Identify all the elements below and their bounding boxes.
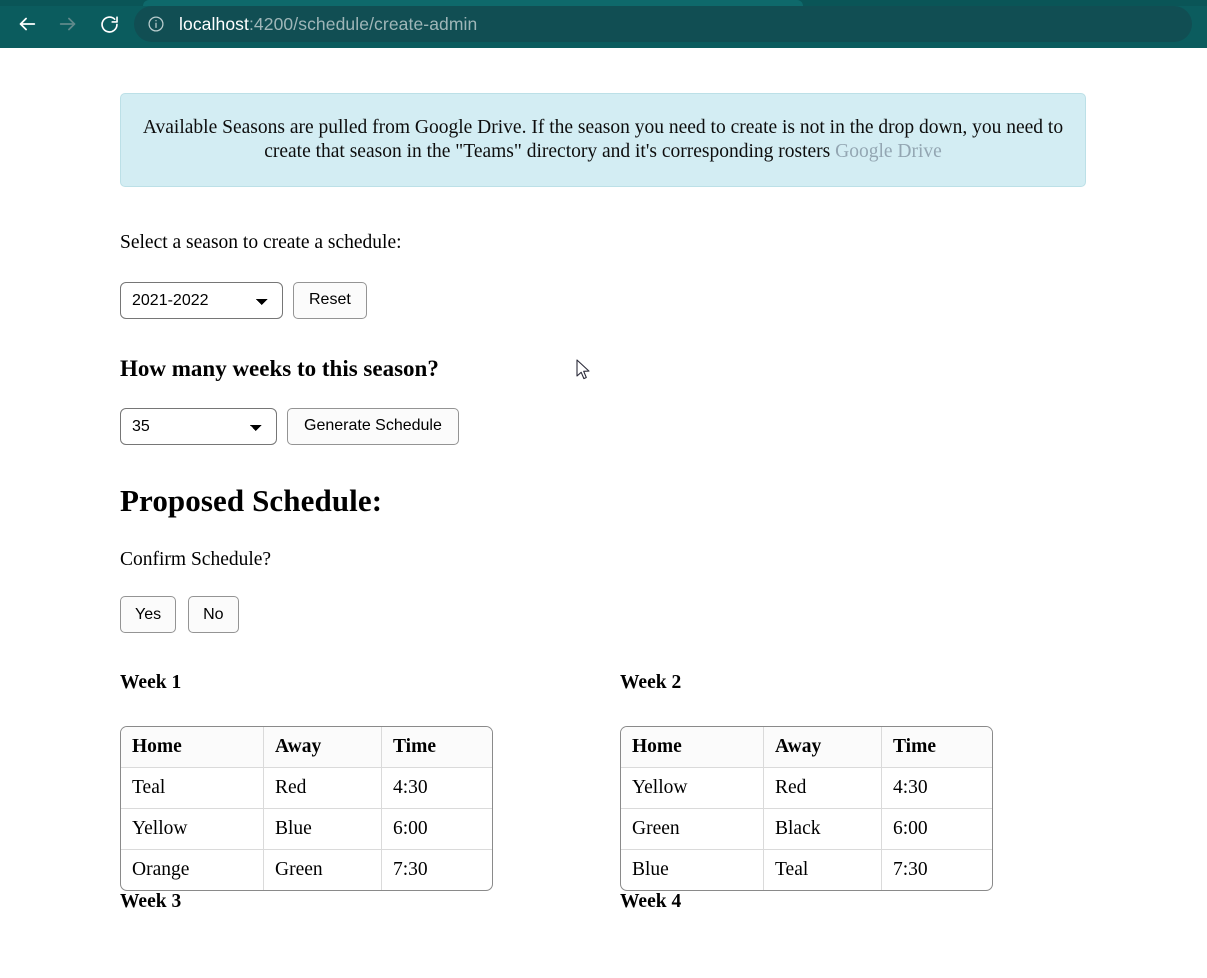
table-header-row: Home Away Time <box>621 727 992 769</box>
week-block: Week 2 Home Away Time Yellow Red 4:30 Green Blac… <box>620 672 1087 892</box>
table-row: Blue Teal 7:30 <box>621 850 992 891</box>
back-button[interactable] <box>11 8 43 40</box>
reload-icon <box>99 14 120 35</box>
cell-time: 7:30 <box>893 859 928 881</box>
week-schedule-table: Home Away Time Yellow Red 4:30 Green Black 6:00 B… <box>620 726 993 892</box>
forward-button[interactable] <box>52 8 84 40</box>
column-header-away: Away <box>764 727 882 769</box>
reset-button[interactable]: Reset <box>293 281 367 319</box>
cell-time: 6:00 <box>382 809 492 851</box>
arrow-left-icon <box>16 13 38 35</box>
table-row: Teal Red 4:30 <box>121 768 492 810</box>
cell-home: Blue <box>621 850 764 891</box>
week-block: Week 4 <box>620 891 1087 913</box>
proposed-schedule-heading: Proposed Schedule: <box>120 482 383 518</box>
page-content: Available Seasons are pulled from Google… <box>120 48 1087 913</box>
cell-time: 6:00 <box>882 809 992 851</box>
url-host: localhost <box>179 13 249 34</box>
cell-away: Green <box>264 850 382 891</box>
arrow-right-icon <box>57 13 79 35</box>
cell-away: Black <box>764 809 882 851</box>
cell-away: Red <box>764 768 882 810</box>
reload-button[interactable] <box>93 8 125 40</box>
season-select[interactable]: 2021-2022 <box>120 281 283 319</box>
table-row: Yellow Red 4:30 <box>621 768 992 810</box>
table-row: Yellow Blue 6:00 <box>121 809 492 851</box>
info-banner: Available Seasons are pulled from Google… <box>120 93 1086 187</box>
cell-away: Teal <box>764 850 882 891</box>
table-row: Orange Green 7:30 <box>121 850 492 891</box>
weeks-heading: How many weeks to this season? <box>120 355 439 381</box>
column-header-home: Home <box>121 727 264 769</box>
week-block: Week 3 <box>120 891 620 913</box>
cell-away: Red <box>264 768 382 810</box>
confirm-yes-button[interactable]: Yes <box>120 596 177 634</box>
generate-schedule-button[interactable]: Generate Schedule <box>287 407 459 445</box>
weeks-controls: 35 Generate Schedule <box>120 407 1087 445</box>
url-path: :4200/schedule/create-admin <box>248 13 478 34</box>
confirm-schedule-text: Confirm Schedule? <box>120 548 272 570</box>
week-title: Week 1 <box>120 672 182 694</box>
table-row: Green Black 6:00 <box>621 809 992 851</box>
season-label: Select a season to create a schedule: <box>120 231 402 253</box>
page-viewport: Available Seasons are pulled from Google… <box>0 48 1207 978</box>
season-controls: 2021-2022 Reset <box>120 281 1087 319</box>
cell-home: Orange <box>121 850 264 891</box>
schedule-grid: Week 1 Home Away Time Teal Red 4:30 Yellow Blue 6… <box>120 672 1087 913</box>
column-header-away: Away <box>264 727 382 769</box>
column-header-home: Home <box>621 727 764 769</box>
column-header-time: Time <box>382 727 492 769</box>
week-title: Week 4 <box>620 891 682 913</box>
cell-home: Green <box>621 809 764 851</box>
google-drive-link[interactable]: Google Drive <box>835 141 942 162</box>
cell-time: 7:30 <box>393 859 428 881</box>
column-header-time: Time <box>882 727 992 769</box>
info-circle-icon[interactable] <box>147 15 165 33</box>
cell-home: Yellow <box>121 809 264 851</box>
cell-away: Blue <box>264 809 382 851</box>
address-bar[interactable]: localhost:4200/schedule/create-admin <box>134 6 1192 42</box>
weeks-select[interactable]: 35 <box>120 407 277 445</box>
cell-home: Teal <box>121 768 264 810</box>
url-text: localhost:4200/schedule/create-admin <box>179 14 477 35</box>
week-block: Week 1 Home Away Time Teal Red 4:30 Yellow Blue 6… <box>120 672 620 892</box>
cell-time: 4:30 <box>882 768 992 810</box>
confirm-no-button[interactable]: No <box>188 596 239 634</box>
week-title: Week 3 <box>120 891 182 913</box>
cell-time: 4:30 <box>382 768 492 810</box>
week-schedule-table: Home Away Time Teal Red 4:30 Yellow Blue 6:00 Ora… <box>120 726 493 892</box>
confirm-buttons: Yes No <box>120 596 1087 634</box>
week-title: Week 2 <box>620 672 682 694</box>
browser-chrome: localhost:4200/schedule/create-admin <box>0 0 1207 48</box>
table-header-row: Home Away Time <box>121 727 492 769</box>
cell-home: Yellow <box>621 768 764 810</box>
